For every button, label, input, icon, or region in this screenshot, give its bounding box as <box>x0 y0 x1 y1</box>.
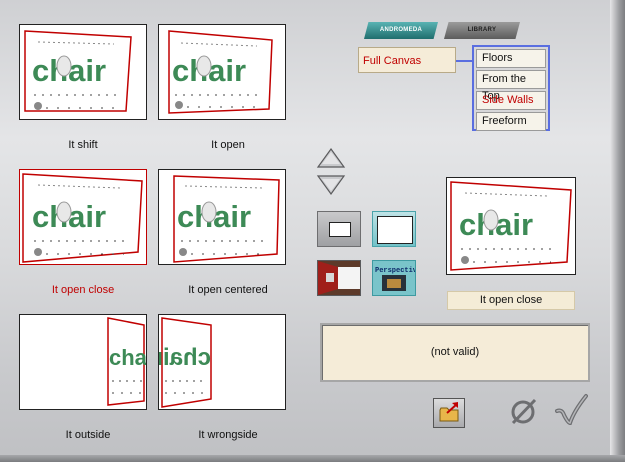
option-freeform[interactable]: Freeform <box>476 112 546 131</box>
thumbnail-shift[interactable]: chair <box>19 24 147 120</box>
canvas-mode-combo[interactable]: Full Canvas <box>358 47 456 73</box>
svg-text:Perspective: Perspective <box>375 267 415 275</box>
preview-art: chair <box>450 181 572 271</box>
combo-connector <box>456 60 472 62</box>
perspective-button[interactable]: Perspective <box>372 260 416 296</box>
room-view-icon <box>318 261 360 295</box>
thumbnail-open-centered[interactable]: chair <box>158 169 286 265</box>
window-edge-right <box>610 0 625 462</box>
thumbnail-art: chair <box>107 317 146 406</box>
thumbnail-art: chair <box>24 30 132 112</box>
option-side-walls[interactable]: Side Walls <box>476 91 546 110</box>
open-folder-button[interactable] <box>433 398 465 428</box>
thumbnail-open[interactable]: chair <box>158 24 286 120</box>
ok-checkmark-icon[interactable] <box>554 393 588 427</box>
thumbnail-caption: It outside <box>65 429 111 441</box>
thumbnail-art: chair <box>168 30 273 114</box>
svg-text:chair: chair <box>159 344 211 371</box>
thumbnail-art: chair <box>173 175 280 263</box>
frame-full-icon <box>377 216 413 244</box>
tab-andromeda[interactable]: ANDROMEDA <box>364 22 438 39</box>
thumbnail-caption: It shift <box>68 139 98 151</box>
frame-small-icon <box>329 222 351 237</box>
cancel-icon[interactable] <box>508 396 538 426</box>
thumbnail-caption: It wrongside <box>198 429 258 441</box>
perspective-icon: Perspective <box>373 261 415 295</box>
thumbnail-caption: It open close <box>51 284 115 296</box>
thumbnail-outside[interactable]: chair <box>19 314 147 410</box>
frame-full-button[interactable] <box>372 211 416 247</box>
down-arrow-icon[interactable] <box>316 174 346 196</box>
up-arrow-icon[interactable] <box>316 147 346 169</box>
option-floors[interactable]: Floors <box>476 49 546 68</box>
thumbnail-caption: It open centered <box>188 284 268 296</box>
frame-small-button[interactable] <box>317 211 361 247</box>
thumbnail-caption: It open <box>211 139 245 151</box>
thumbnail-wrongside[interactable]: chair <box>158 314 286 410</box>
preview-panel: chair <box>446 177 576 275</box>
folder-icon <box>439 402 459 422</box>
window-edge-bottom <box>0 455 625 462</box>
tab-library[interactable]: LIBRARY <box>444 22 520 39</box>
status-panel: (not valid) <box>320 323 590 382</box>
preview-label: It open close <box>447 291 575 310</box>
thumbnail-art: chair <box>22 173 143 263</box>
canvas-options-list: Floors From the Top Side Walls Freeform <box>472 45 550 131</box>
svg-text:chair: chair <box>109 345 146 370</box>
thumbnail-art: chair <box>159 317 212 408</box>
thumbnail-open-close[interactable]: chair <box>19 169 147 265</box>
option-from-the-top[interactable]: From the Top <box>476 70 546 102</box>
room-view-button[interactable] <box>317 260 361 296</box>
